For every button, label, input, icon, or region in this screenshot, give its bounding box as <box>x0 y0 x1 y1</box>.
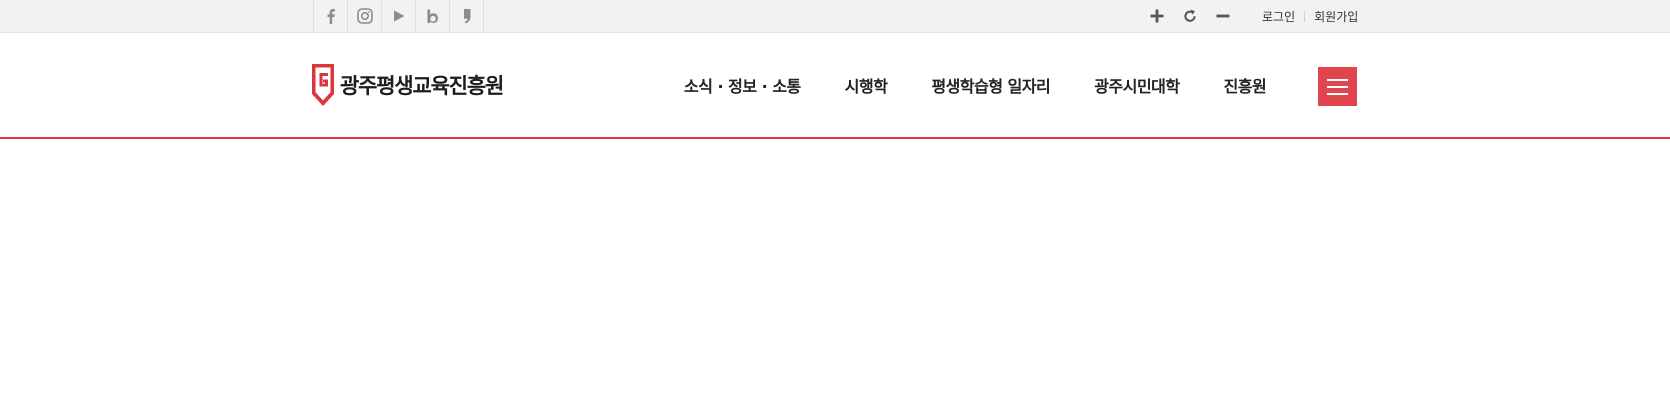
blog-icon <box>427 9 438 23</box>
logo-mark-icon <box>312 64 334 106</box>
site-header: 광주평생교육진흥원 소식 · 정보 · 소통 시행학 평생학습형 일자리 광주시… <box>0 33 1670 139</box>
nav-item-institute[interactable]: 진흥원 <box>1224 73 1267 97</box>
minus-icon <box>1216 14 1229 18</box>
main-nav: 소식 · 정보 · 소통 시행학 평생학습형 일자리 광주시민대학 진흥원 <box>684 33 1267 137</box>
logo-text: 광주평생교육진흥원 <box>340 74 504 98</box>
kakao-story-link[interactable] <box>450 0 484 32</box>
hamburger-menu-icon <box>1327 78 1348 81</box>
login-link[interactable]: 로그인 <box>1262 8 1295 25</box>
all-menu-button[interactable] <box>1318 67 1357 106</box>
instagram-icon <box>356 8 373 24</box>
plus-icon <box>1150 9 1163 23</box>
zoom-reset-button[interactable] <box>1173 0 1206 32</box>
top-utility-bar: 로그인 회원가입 <box>0 0 1670 33</box>
kakao-story-icon <box>463 9 470 24</box>
nav-item-jobs[interactable]: 평생학습형 일자리 <box>931 73 1050 97</box>
site-logo[interactable]: 광주평생교육진흥원 <box>311 63 504 107</box>
youtube-icon <box>393 10 404 22</box>
member-divider <box>1304 10 1306 22</box>
facebook-icon <box>327 9 335 24</box>
refresh-icon <box>1183 9 1196 22</box>
zoom-controls <box>1140 0 1239 32</box>
instagram-link[interactable] <box>348 0 382 32</box>
sns-links <box>313 0 484 32</box>
member-links: 로그인 회원가입 <box>1262 0 1358 32</box>
facebook-link[interactable] <box>314 0 348 32</box>
nav-item-citizen-college[interactable]: 광주시민대학 <box>1094 73 1180 97</box>
blog-link[interactable] <box>416 0 450 32</box>
zoom-in-button[interactable] <box>1140 0 1173 32</box>
hamburger-line <box>1327 92 1348 95</box>
youtube-link[interactable] <box>382 0 416 32</box>
nav-item-news[interactable]: 소식 · 정보 · 소통 <box>684 73 801 97</box>
hamburger-line <box>1327 85 1348 88</box>
nav-item-program[interactable]: 시행학 <box>845 73 888 97</box>
zoom-out-button[interactable] <box>1206 0 1239 32</box>
join-link[interactable]: 회원가입 <box>1314 8 1358 25</box>
